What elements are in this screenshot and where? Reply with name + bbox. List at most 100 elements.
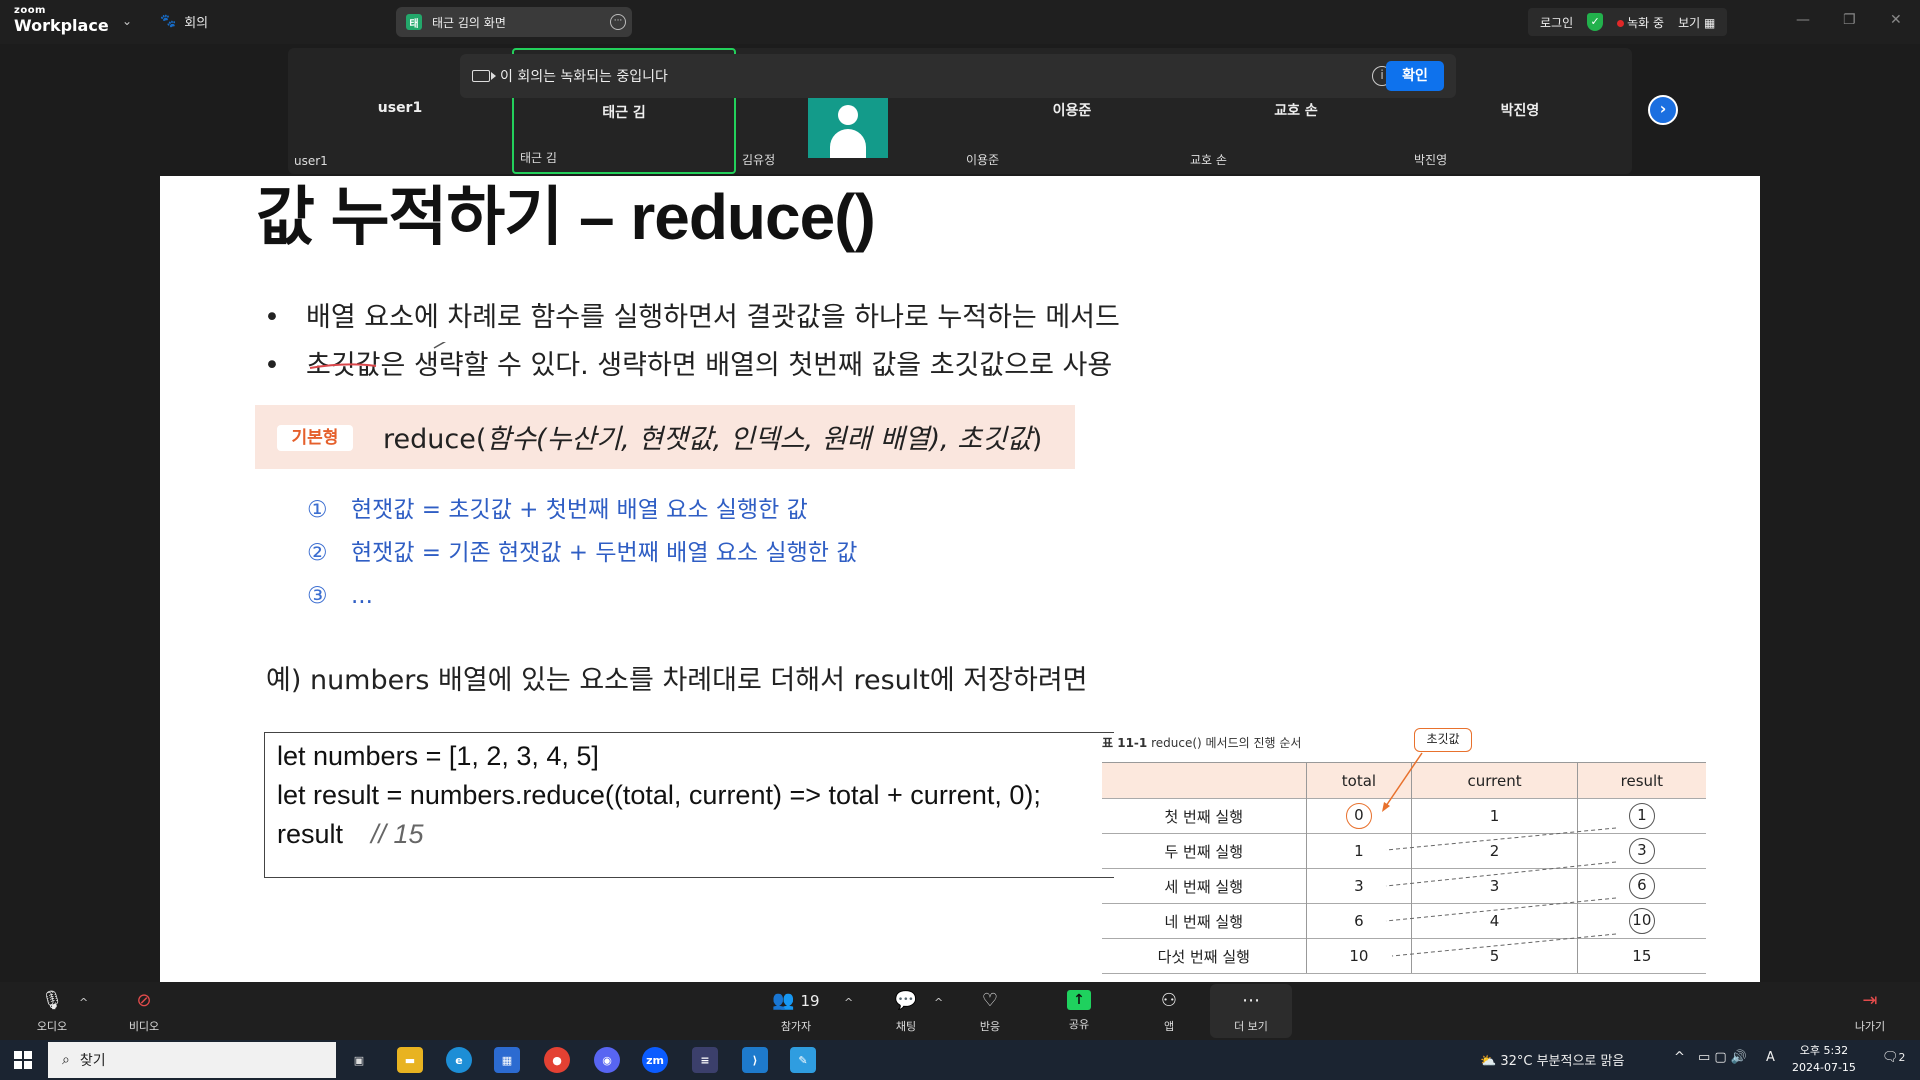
store-icon[interactable]: ▦ <box>494 1047 520 1073</box>
chat-label: 채팅 <box>895 1020 917 1033</box>
participant-center-name: 이용준 <box>1052 103 1092 119</box>
participant-center-name: 박진영 <box>1500 103 1540 119</box>
participant-name: user1 <box>294 154 328 168</box>
vscode-icon[interactable]: ⟩ <box>742 1047 768 1073</box>
zoom-icon[interactable]: zm <box>642 1047 668 1073</box>
recording-notice-text: 이 회의는 녹화되는 중입니다 <box>500 69 668 85</box>
reactions-label: 반응 <box>979 1020 1001 1033</box>
share-screen-icon: ↑ <box>1067 990 1091 1010</box>
recording-indicator[interactable]: 녹화 중 <box>1617 14 1664 31</box>
notification-count: 2 <box>1898 1051 1906 1064</box>
leave-label: 나가기 <box>1854 1020 1886 1033</box>
more-dots-icon: ⋯ <box>1242 990 1260 1011</box>
taskbar-clock[interactable]: 오후 5:32 2024-07-15 <box>1792 1042 1856 1076</box>
windows-taskbar: ⌕ 찾기 ▣ ▬ e ▦ ● ◉ zm ≡ ⟩ ✎ ⛅ 32°C 부분적으로 맑… <box>0 1040 1920 1080</box>
participant-center-name: 교호 손 <box>1274 103 1318 119</box>
recording-dot-icon <box>1617 19 1625 27</box>
discord-icon[interactable]: ◉ <box>594 1047 620 1073</box>
task-view-icon[interactable]: ▣ <box>346 1047 372 1073</box>
file-explorer-icon[interactable]: ▬ <box>397 1047 423 1073</box>
audio-label: 오디오 <box>36 1020 68 1033</box>
close-icon[interactable]: ✕ <box>1890 12 1902 28</box>
notification-icon[interactable]: 🗨2 <box>1882 1050 1905 1065</box>
meeting-menu[interactable]: 🐾 회의 <box>160 12 208 31</box>
microphone-muted-icon: 🎙 <box>40 990 64 1011</box>
minimize-icon[interactable]: — <box>1796 12 1810 28</box>
participant-avatar <box>808 95 888 158</box>
video-camera-icon <box>472 70 496 82</box>
chat-options-caret-icon[interactable]: ^ <box>934 996 943 1009</box>
participants-count: 19 <box>800 992 820 1010</box>
zoom-top-bar: zoom Workplace ⌄ 🐾 회의 태 태근 김의 화면 ··· 로그인… <box>0 0 1920 44</box>
video-off-icon: ⊘ <box>136 990 152 1011</box>
heart-icon: ♡ <box>981 990 999 1011</box>
zoom-workplace-logo[interactable]: zoom Workplace <box>14 6 109 34</box>
eclipse-icon[interactable]: ≡ <box>692 1047 718 1073</box>
meeting-label: 회의 <box>184 16 209 31</box>
chat-icon: 💬 <box>894 990 918 1011</box>
leave-button[interactable]: ⇥ 나가기 <box>1834 990 1906 1034</box>
participant-name: 박진영 <box>1414 153 1448 167</box>
participant-name: 교호 손 <box>1190 153 1227 167</box>
participants-icon: 👥 19 <box>772 990 820 1011</box>
leave-door-icon: ⇥ <box>1862 990 1878 1011</box>
weather-widget[interactable]: ⛅ 32°C 부분적으로 맑음 <box>1480 1050 1624 1069</box>
recording-label: 녹화 중 <box>1627 15 1665 30</box>
apps-button[interactable]: ⚇ 앱 <box>1133 990 1205 1034</box>
edge-browser-icon[interactable]: e <box>446 1047 472 1073</box>
share-label: 공유 <box>1068 1018 1090 1031</box>
grid-view-icon: ▦ <box>1703 15 1716 30</box>
participant-name: 이용준 <box>966 153 1000 167</box>
chevron-down-icon[interactable]: ⌄ <box>122 14 132 28</box>
participant-name: 김유정 <box>742 153 776 167</box>
windows-start-icon[interactable] <box>14 1051 32 1069</box>
search-placeholder: 찾기 <box>79 1053 106 1069</box>
meeting-toolbar: 🎙 오디오 ^ ⊘ 비디오 👥 19 참가자 ^ 💬 채팅 ^ ♡ 반응 ↑ 공… <box>0 982 1920 1040</box>
paw-icon: 🐾 <box>160 14 177 29</box>
audio-options-caret-icon[interactable]: ^ <box>79 996 88 1009</box>
more-label: 더 보기 <box>1234 1020 1268 1033</box>
shared-screen-label: 태근 김의 화면 <box>432 15 506 30</box>
view-button[interactable]: 보기 ▦ <box>1678 14 1715 31</box>
participant-center-name: 태근 김 <box>602 105 646 121</box>
view-label: 보기 <box>1678 15 1701 30</box>
participant-name: 태근 김 <box>520 151 557 165</box>
next-page-arrow-icon[interactable]: › <box>1648 95 1678 125</box>
login-button[interactable]: 로그인 <box>1540 14 1573 31</box>
reactions-button[interactable]: ♡ 반응 <box>954 990 1026 1034</box>
more-options-icon[interactable]: ··· <box>610 14 626 30</box>
avatar-body-shape <box>830 129 866 158</box>
more-button[interactable]: ⋯ 더 보기 <box>1210 984 1292 1038</box>
search-icon: ⌕ <box>62 1052 70 1068</box>
shield-check-icon[interactable]: ✓ <box>1587 13 1604 31</box>
confirm-button[interactable]: 확인 <box>1386 61 1444 91</box>
taskbar-search[interactable]: ⌕ 찾기 <box>48 1042 336 1078</box>
participants-options-caret-icon[interactable]: ^ <box>844 996 853 1009</box>
audio-button[interactable]: 🎙 오디오 <box>16 990 88 1034</box>
apps-label: 앱 <box>1163 1020 1175 1033</box>
apps-icon: ⚇ <box>1160 990 1178 1011</box>
maximize-icon[interactable]: ❐ <box>1843 12 1856 28</box>
paint-icon[interactable]: ✎ <box>790 1047 816 1073</box>
video-button[interactable]: ⊘ 비디오 <box>108 990 180 1034</box>
participants-label: 참가자 <box>780 1020 812 1033</box>
participant-center-name: user1 <box>377 100 423 116</box>
more-button-content: ⋯ 더 보기 <box>1215 990 1287 1034</box>
tray-icons[interactable]: ▭ ▢ 🔊 <box>1698 1050 1747 1065</box>
avatar-head-shape <box>838 105 858 125</box>
clock-time: 오후 5:32 <box>1799 1044 1849 1057</box>
logo-small-text: zoom <box>14 5 46 16</box>
table-arrows <box>1382 752 1617 957</box>
logo-big-text: Workplace <box>14 16 109 35</box>
tray-expand-icon[interactable]: ^ <box>1674 1050 1685 1065</box>
weather-text: 32°C 부분적으로 맑음 <box>1500 1054 1625 1069</box>
share-button[interactable]: ↑ 공유 <box>1043 990 1115 1032</box>
status-area: 로그인 ✓ 녹화 중 보기 ▦ <box>1528 8 1728 36</box>
ime-indicator[interactable]: A <box>1766 1050 1775 1065</box>
video-label: 비디오 <box>128 1020 160 1033</box>
clock-date: 2024-07-15 <box>1792 1061 1856 1074</box>
chat-button[interactable]: 💬 채팅 <box>870 990 942 1034</box>
participants-button[interactable]: 👥 19 참가자 <box>760 990 832 1034</box>
shared-screen-tab[interactable]: 태 태근 김의 화면 ··· <box>396 7 632 37</box>
chrome-icon[interactable]: ● <box>544 1047 570 1073</box>
